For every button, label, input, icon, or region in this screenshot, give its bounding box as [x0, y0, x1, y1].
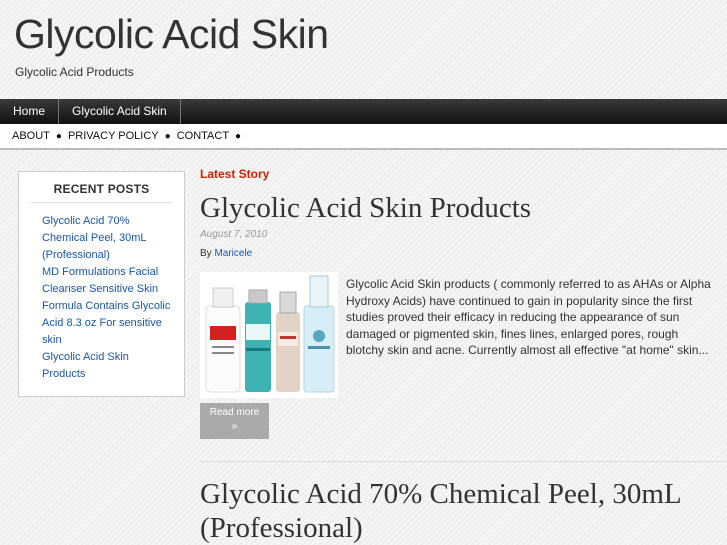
subnav-item-privacy-policy[interactable]: PRIVACY POLICY — [68, 130, 159, 142]
subnav-separator: ● — [164, 130, 171, 142]
nav-item-home[interactable]: Home — [0, 99, 60, 124]
product-bottles-illustration — [205, 275, 335, 393]
site-description: Glycolic Acid Products — [15, 65, 134, 79]
nav-item-glycolic-acid-skin[interactable]: Glycolic Acid Skin — [59, 99, 181, 124]
main-nav: Home Glycolic Acid Skin — [0, 99, 727, 124]
double-arrow-icon: » — [231, 421, 238, 432]
recent-posts-list: Glycolic Acid 70% Chemical Peel, 30mL (P… — [19, 203, 184, 383]
read-more-label: Read more — [209, 407, 260, 418]
secondary-nav: ABOUT ● PRIVACY POLICY ● CONTACT ● — [0, 124, 727, 150]
subnav-separator: ● — [55, 130, 62, 142]
product-image[interactable] — [200, 272, 338, 398]
page: Glycolic Acid Skin Glycolic Acid Product… — [0, 0, 727, 545]
recent-post-link[interactable]: Glycolic Acid 70% Chemical Peel, 30mL (P… — [42, 213, 174, 264]
subnav-separator: ● — [235, 130, 242, 142]
site-title[interactable]: Glycolic Acid Skin — [14, 14, 329, 55]
recent-post-link[interactable]: MD Formulations Facial Cleanser Sensitiv… — [42, 264, 174, 349]
subnav-item-contact[interactable]: CONTACT — [177, 130, 229, 142]
post-excerpt: Glycolic Acid Skin products ( commonly r… — [346, 277, 711, 357]
widget-title: RECENT POSTS — [31, 182, 172, 203]
read-more-button[interactable]: Read more » — [200, 403, 269, 439]
by-label: By — [200, 248, 212, 259]
post-title[interactable]: Glycolic Acid Skin Products — [200, 192, 531, 225]
subnav-item-about[interactable]: ABOUT — [12, 130, 50, 142]
recent-posts-widget: RECENT POSTS Glycolic Acid 70% Chemical … — [18, 171, 185, 397]
post-divider — [200, 461, 727, 462]
post-date: August 7, 2010 — [200, 229, 268, 240]
post-author: By Maricele — [200, 248, 252, 259]
recent-post-link[interactable]: Glycolic Acid Skin Products — [42, 349, 174, 383]
next-post-title[interactable]: Glycolic Acid 70% Chemical Peel, 30mL (P… — [200, 477, 720, 545]
latest-story-label: Latest Story — [200, 167, 270, 181]
author-link[interactable]: Maricele — [214, 248, 252, 259]
